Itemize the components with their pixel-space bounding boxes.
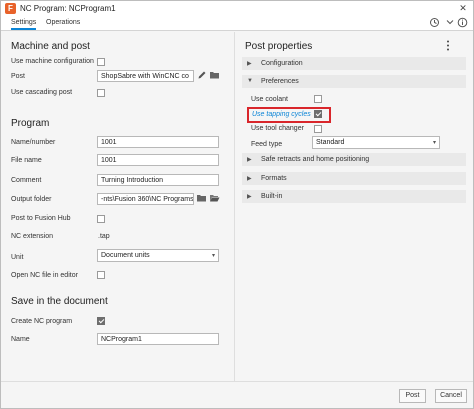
file-name-input[interactable]: 1001 xyxy=(97,154,219,166)
open-nc-label: Open NC file in editor xyxy=(11,272,78,279)
open-folder-icon[interactable] xyxy=(209,70,220,81)
group-configuration-label: Configuration xyxy=(261,60,303,67)
window-title: NC Program: NCProgram1 xyxy=(20,4,116,13)
info-icon[interactable] xyxy=(456,17,469,30)
nc-program-dialog: F NC Program: NCProgram1 ✕ Settings Oper… xyxy=(0,0,474,409)
create-nc-label: Create NC program xyxy=(11,318,73,325)
group-safe-retracts-label: Safe retracts and home positioning xyxy=(261,156,370,163)
use-cascading-post-checkbox[interactable] xyxy=(97,89,105,97)
tab-bar: Settings Operations xyxy=(1,17,473,31)
post-properties-panel: Post properties ▶ Configuration ▼ Prefer… xyxy=(235,32,473,381)
machine-and-post-heading: Machine and post xyxy=(11,41,90,52)
unit-label: Unit xyxy=(11,254,24,261)
expand-arrow-icon: ▶ xyxy=(247,61,252,67)
post-to-hub-checkbox[interactable] xyxy=(97,215,105,223)
collapse-arrow-icon: ▼ xyxy=(247,78,253,84)
group-builtin-label: Built-in xyxy=(261,193,283,200)
group-preferences[interactable]: ▼ Preferences xyxy=(242,75,466,89)
nc-extension-value: .tap xyxy=(98,233,110,240)
group-preferences-label: Preferences xyxy=(261,78,299,85)
post-select[interactable]: ShopSabre with WinCNC co xyxy=(97,70,194,82)
cancel-button[interactable]: Cancel xyxy=(435,389,467,403)
use-tapping-label: Use tapping cycles xyxy=(252,111,311,118)
feed-type-select-value: Standard xyxy=(316,139,345,146)
group-configuration[interactable]: ▶ Configuration xyxy=(242,57,466,71)
use-coolant-checkbox[interactable] xyxy=(314,95,322,103)
history-icon[interactable] xyxy=(428,17,441,30)
program-name-input[interactable]: NCProgram1 xyxy=(97,333,219,345)
group-safe-retracts[interactable]: ▶ Safe retracts and home positioning xyxy=(242,153,466,167)
group-formats-label: Formats xyxy=(261,175,287,182)
output-folder-input[interactable]: -nts\Fusion 360\NC Programs xyxy=(97,193,194,205)
dialog-footer: Post Cancel xyxy=(1,381,473,408)
nc-extension-label: NC extension xyxy=(11,233,54,240)
open-nc-checkbox[interactable] xyxy=(97,271,105,279)
use-machine-config-label: Use machine configuration xyxy=(11,58,94,65)
fusion-app-icon: F xyxy=(5,3,16,14)
more-options-icon[interactable] xyxy=(444,40,452,52)
name-label: Name xyxy=(11,336,30,343)
use-cascading-post-label: Use cascading post xyxy=(11,89,73,96)
post-button[interactable]: Post xyxy=(399,389,426,403)
output-folder-label: Output folder xyxy=(11,196,52,203)
create-nc-checkbox[interactable] xyxy=(97,317,105,325)
chevron-down-icon: ▾ xyxy=(432,140,436,146)
use-coolant-label: Use coolant xyxy=(251,96,288,103)
name-number-input[interactable]: 1001 xyxy=(97,136,219,148)
group-builtin[interactable]: ▶ Built-in xyxy=(242,190,466,204)
title-bar: F NC Program: NCProgram1 ✕ xyxy=(1,1,473,17)
feed-type-label: Feed type xyxy=(251,141,283,148)
post-properties-heading: Post properties xyxy=(245,41,313,52)
save-in-document-heading: Save in the document xyxy=(11,296,108,307)
comment-label: Comment xyxy=(11,177,42,184)
chevron-down-icon[interactable] xyxy=(443,17,456,30)
tab-settings[interactable]: Settings xyxy=(11,19,37,30)
file-name-label: File name xyxy=(11,157,42,164)
open-folder-icon[interactable] xyxy=(209,193,220,204)
folder-icon[interactable] xyxy=(196,193,207,204)
comment-input[interactable]: Turning Introduction xyxy=(97,174,219,186)
close-button[interactable]: ✕ xyxy=(456,2,470,15)
settings-left-panel: Machine and post Use machine configurati… xyxy=(1,32,234,381)
tab-operations[interactable]: Operations xyxy=(46,19,80,30)
expand-arrow-icon: ▶ xyxy=(247,176,252,182)
close-icon: ✕ xyxy=(459,3,467,13)
post-select-value: ShopSabre with WinCNC co xyxy=(101,73,189,80)
use-tool-changer-checkbox[interactable] xyxy=(314,125,322,133)
feed-type-select[interactable]: Standard ▾ xyxy=(312,136,440,149)
unit-select[interactable]: Document units ▾ xyxy=(97,249,219,262)
use-machine-config-checkbox[interactable] xyxy=(97,58,105,66)
post-label: Post xyxy=(11,73,26,80)
expand-arrow-icon: ▶ xyxy=(247,157,252,163)
unit-select-value: Document units xyxy=(101,252,150,259)
use-tool-changer-label: Use tool changer xyxy=(251,125,304,132)
group-formats[interactable]: ▶ Formats xyxy=(242,172,466,186)
edit-post-icon[interactable] xyxy=(196,70,207,81)
post-to-hub-label: Post to Fusion Hub xyxy=(11,215,71,222)
expand-arrow-icon: ▶ xyxy=(247,194,252,200)
program-heading: Program xyxy=(11,118,50,129)
use-tapping-checkbox[interactable] xyxy=(314,110,322,118)
chevron-down-icon: ▾ xyxy=(211,253,215,259)
name-number-label: Name/number xyxy=(11,139,56,146)
